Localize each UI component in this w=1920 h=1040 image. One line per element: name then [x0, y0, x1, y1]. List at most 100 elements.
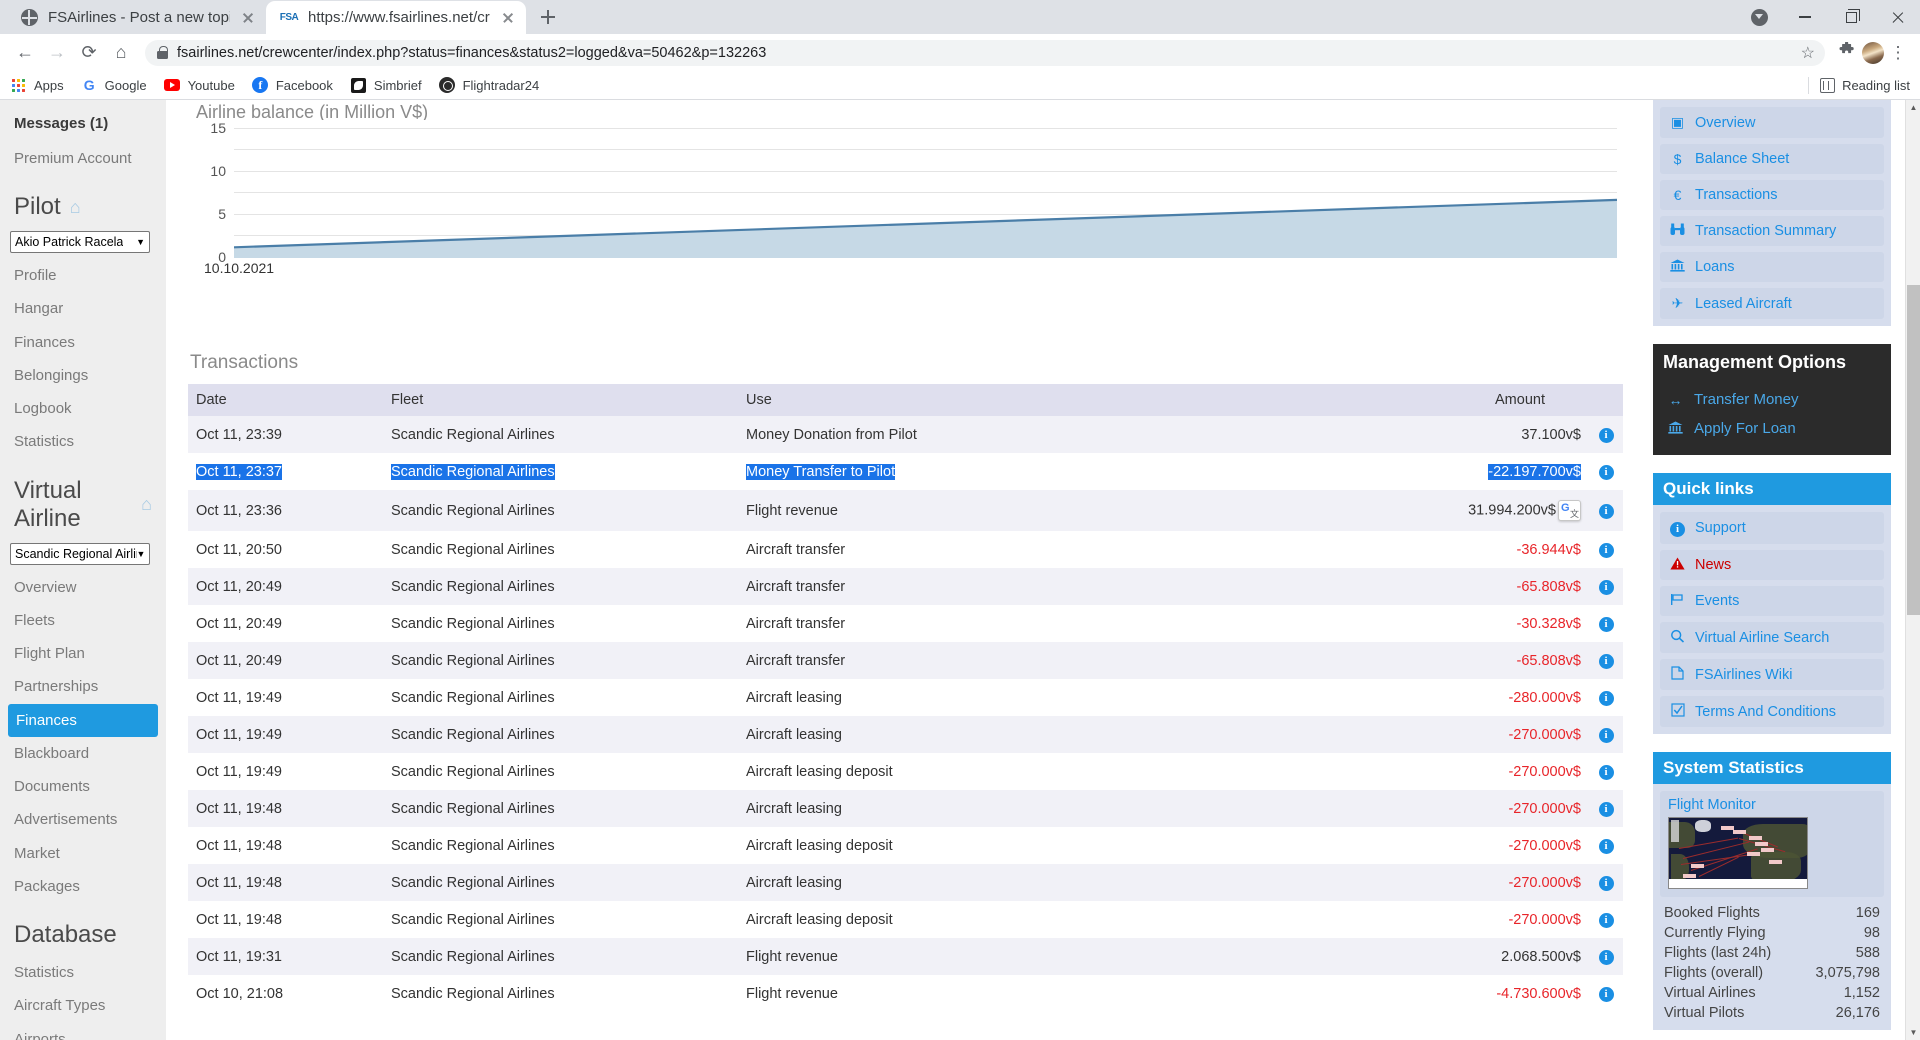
column-header-use[interactable]: Use [738, 384, 1242, 416]
table-row[interactable]: Oct 11, 23:39 Scandic Regional Airlines Mo… [188, 416, 1623, 453]
cell-info[interactable]: i [1589, 490, 1623, 531]
nav-item-overview[interactable]: ▣ Overview [1660, 107, 1884, 138]
quick-link-events[interactable]: Events [1660, 586, 1884, 616]
close-window-icon[interactable] [1874, 0, 1920, 34]
sidebar-item-premium-account[interactable]: Premium Account [0, 142, 166, 175]
home-icon[interactable]: ⌂ [141, 494, 152, 515]
nav-item-transaction-summary[interactable]: Transaction Summary [1660, 216, 1884, 246]
address-bar[interactable]: fsairlines.net/crewcenter/index.php?stat… [145, 39, 1825, 66]
bookmark-simbrief[interactable]: Simbrief [350, 77, 422, 94]
info-icon[interactable]: i [1598, 765, 1614, 780]
info-icon[interactable]: i [1598, 543, 1614, 558]
sidebar-item-profile[interactable]: Profile [0, 259, 166, 292]
sidebar-item-blackboard[interactable]: Blackboard [0, 737, 166, 770]
cell-info[interactable]: i [1589, 938, 1623, 975]
column-header-amount[interactable]: Amount [1241, 384, 1589, 416]
cell-info[interactable]: i [1589, 975, 1623, 1012]
flight-monitor-widget[interactable]: Flight Monitor [1660, 791, 1884, 897]
back-icon[interactable]: ← [10, 38, 40, 68]
cell-info[interactable]: i [1589, 531, 1623, 568]
cell-info[interactable]: i [1589, 416, 1623, 453]
column-header-fleet[interactable]: Fleet [383, 384, 738, 416]
management-item-transfer-money[interactable]: ↔ Transfer Money [1663, 385, 1881, 414]
sidebar-item-market[interactable]: Market [0, 837, 166, 870]
sidebar-item-logbook[interactable]: Logbook [0, 392, 166, 425]
column-header-date[interactable]: Date [188, 384, 383, 416]
sidebar-item-documents[interactable]: Documents [0, 770, 166, 803]
sidebar-item-airports[interactable]: Airports [0, 1023, 166, 1040]
info-icon[interactable]: i [1598, 728, 1614, 743]
info-icon[interactable]: i [1598, 876, 1614, 891]
table-row[interactable]: Oct 11, 23:36 Scandic Regional Airlines Fl… [188, 490, 1623, 531]
home-icon[interactable]: ⌂ [106, 38, 136, 68]
cell-info[interactable]: i [1589, 568, 1623, 605]
page-scrollbar[interactable]: ▲ ▼ [1905, 100, 1920, 1040]
sidebar-item-pilot-finances[interactable]: Finances [0, 326, 166, 359]
info-icon[interactable]: i [1598, 987, 1614, 1002]
cell-info[interactable]: i [1589, 716, 1623, 753]
table-row[interactable]: Oct 11, 19:31 Scandic Regional Airlines Fl… [188, 938, 1623, 975]
sidebar-item-flight-plan[interactable]: Flight Plan [0, 637, 166, 670]
scroll-down-icon[interactable]: ▼ [1906, 1025, 1920, 1040]
cell-info[interactable]: i [1589, 605, 1623, 642]
table-row[interactable]: Oct 10, 21:08 Scandic Regional Airlines Fl… [188, 975, 1623, 1012]
pilot-select[interactable]: Akio Patrick Racela ▼ [10, 231, 150, 253]
sidebar-item-advertisements[interactable]: Advertisements [0, 803, 166, 836]
nav-item-leased-aircraft[interactable]: ✈ Leased Aircraft [1660, 288, 1884, 319]
home-icon[interactable]: ⌂ [70, 197, 81, 218]
table-row[interactable]: Oct 11, 20:50 Scandic Regional Airlines Ai… [188, 531, 1623, 568]
quick-link-virtual-airline-search[interactable]: Virtual Airline Search [1660, 622, 1884, 653]
menu-icon[interactable]: ⋮ [1886, 44, 1910, 61]
bookmark-apps[interactable]: Apps [10, 77, 64, 94]
cell-info[interactable]: i [1589, 453, 1623, 490]
table-row[interactable]: Oct 11, 19:49 Scandic Regional Airlines Ai… [188, 679, 1623, 716]
cell-info[interactable]: i [1589, 901, 1623, 938]
sidebar-item-fleets[interactable]: Fleets [0, 604, 166, 637]
nav-item-transactions[interactable]: € Transactions [1660, 180, 1884, 210]
table-row[interactable]: Oct 11, 19:48 Scandic Regional Airlines Ai… [188, 790, 1623, 827]
quick-link-support[interactable]: i Support [1660, 512, 1884, 544]
extensions-icon[interactable] [1834, 41, 1860, 63]
info-icon[interactable]: i [1598, 617, 1614, 632]
virtual-airline-select[interactable]: Scandic Regional Airlin ▼ [10, 542, 150, 565]
sidebar-item-packages[interactable]: Packages [0, 870, 166, 903]
sidebar-item-partnerships[interactable]: Partnerships [0, 670, 166, 703]
close-icon[interactable] [239, 9, 256, 26]
info-icon[interactable]: i [1598, 839, 1614, 854]
table-row[interactable]: Oct 11, 23:37 Scandic Regional Airlines Mo… [188, 453, 1623, 490]
cell-info[interactable]: i [1589, 827, 1623, 864]
cell-info[interactable]: i [1589, 679, 1623, 716]
bookmark-star-icon[interactable]: ☆ [1801, 43, 1815, 63]
bookmark-youtube[interactable]: Youtube [164, 77, 235, 94]
sidebar-item-pilot-statistics[interactable]: Statistics [0, 425, 166, 458]
google-translate-icon[interactable] [1558, 500, 1581, 521]
sidebar-item-messages[interactable]: Messages (1) [0, 110, 166, 142]
cell-info[interactable]: i [1589, 790, 1623, 827]
reading-list-button[interactable]: Reading list [1808, 76, 1910, 94]
table-row[interactable]: Oct 11, 20:49 Scandic Regional Airlines Ai… [188, 568, 1623, 605]
info-icon[interactable]: i [1598, 465, 1614, 480]
info-icon[interactable]: i [1598, 950, 1614, 965]
cell-info[interactable]: i [1589, 753, 1623, 790]
table-row[interactable]: Oct 11, 19:49 Scandic Regional Airlines Ai… [188, 716, 1623, 753]
table-row[interactable]: Oct 11, 19:48 Scandic Regional Airlines Ai… [188, 864, 1623, 901]
info-icon[interactable]: i [1598, 913, 1614, 928]
bookmark-flightradar24[interactable]: Flightradar24 [439, 77, 539, 94]
sidebar-item-hangar[interactable]: Hangar [0, 292, 166, 325]
sidebar-item-belongings[interactable]: Belongings [0, 359, 166, 392]
nav-item-balance-sheet[interactable]: $ Balance Sheet [1660, 144, 1884, 174]
avatar[interactable] [1862, 41, 1884, 64]
nav-item-loans[interactable]: Loans [1660, 252, 1884, 282]
info-icon[interactable]: i [1598, 654, 1614, 669]
minimize-icon[interactable] [1782, 0, 1828, 34]
table-row[interactable]: Oct 11, 19:48 Scandic Regional Airlines Ai… [188, 901, 1623, 938]
new-tab-button[interactable] [533, 2, 563, 32]
maximize-icon[interactable] [1828, 0, 1874, 34]
sidebar-item-db-statistics[interactable]: Statistics [0, 956, 166, 989]
browser-tab-1[interactable]: FSAirlines - Post a new topic [6, 1, 266, 34]
bookmark-google[interactable]: G Google [81, 77, 147, 94]
scroll-up-icon[interactable]: ▲ [1906, 100, 1920, 115]
info-icon[interactable]: i [1598, 428, 1614, 443]
bookmark-facebook[interactable]: f Facebook [252, 77, 333, 94]
sidebar-item-finances[interactable]: Finances [8, 703, 158, 737]
